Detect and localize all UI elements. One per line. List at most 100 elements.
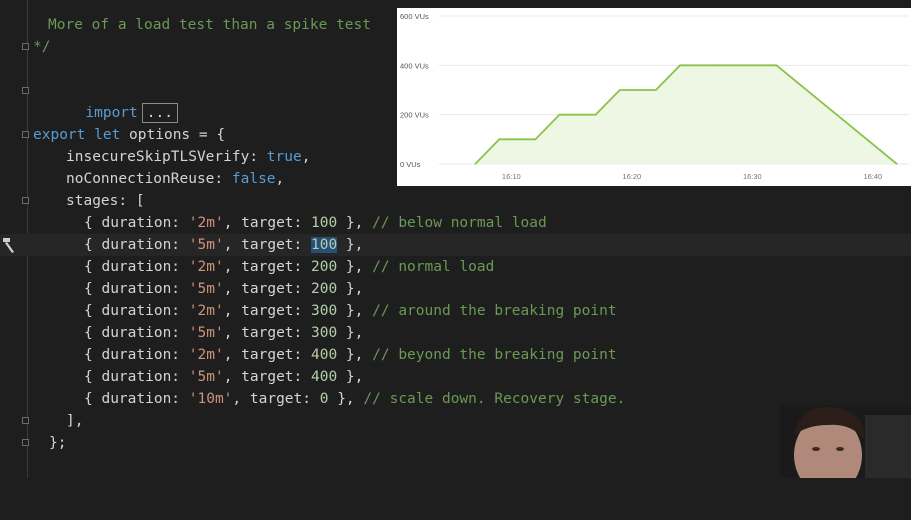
- fold-marker-icon[interactable]: [22, 43, 29, 50]
- stage-line: { duration: '5m', target: 200 },: [0, 278, 911, 300]
- stages-close: ],: [66, 413, 84, 429]
- stage-line: { duration: '10m', target: 0 }, // scale…: [0, 388, 911, 410]
- hammer-cursor-icon: [0, 236, 16, 254]
- data-point: [715, 64, 717, 66]
- fold-marker-icon[interactable]: [22, 131, 29, 138]
- webcam-overlay: [780, 405, 911, 478]
- stage-target: 100: [311, 237, 338, 253]
- stage-line: { duration: '2m', target: 400 }, // beyo…: [0, 344, 911, 366]
- comment-close: */: [33, 39, 51, 55]
- stage-target: 400: [311, 347, 338, 363]
- stage-mid: , target:: [223, 259, 311, 275]
- stage-line: { duration: '5m', target: 100 },: [0, 234, 911, 256]
- insecure-value: true: [266, 149, 302, 165]
- export-keyword: export: [33, 127, 86, 143]
- x-tick-label: 16:10: [502, 172, 521, 181]
- stage-line: { duration: '2m', target: 200 }, // norm…: [0, 256, 911, 278]
- x-tick-label: 16:30: [743, 172, 762, 181]
- stage-post: },: [337, 325, 364, 341]
- stage-target: 100: [311, 215, 338, 231]
- fold-marker-icon[interactable]: [22, 417, 29, 424]
- let-keyword: let: [94, 127, 121, 143]
- stage-duration: '2m': [188, 303, 224, 319]
- stage-comment: // beyond the breaking point: [363, 347, 617, 363]
- fold-marker-icon[interactable]: [22, 197, 29, 204]
- punctuation: ,: [275, 171, 285, 187]
- stage-pre: { duration:: [84, 259, 189, 275]
- code-line-stages-open: stages: [: [0, 190, 911, 212]
- stage-pre: { duration:: [84, 391, 189, 407]
- fold-marker-icon[interactable]: [22, 439, 29, 446]
- stage-target: 200: [311, 259, 338, 275]
- stage-duration: '5m': [188, 237, 224, 253]
- stage-comment: // around the breaking point: [363, 303, 617, 319]
- stage-duration: '10m': [188, 391, 233, 407]
- stage-pre: { duration:: [84, 215, 189, 231]
- options-declaration: options = {: [120, 127, 226, 143]
- vus-chart: 0 VUs 200 VUs 400 VUs 600 VUs 16:10 16:20 16:3…: [397, 8, 911, 186]
- stage-post: },: [337, 303, 364, 319]
- vus-chart-svg: 0 VUs 200 VUs 400 VUs 600 VUs 16:10 16:20 16:3…: [400, 12, 909, 181]
- stage-duration: '2m': [188, 215, 224, 231]
- stage-mid: , target:: [223, 303, 311, 319]
- stage-line: { duration: '2m', target: 100 }, // belo…: [0, 212, 911, 234]
- stage-post: },: [328, 391, 355, 407]
- stage-mid: , target:: [223, 215, 311, 231]
- insecure-property: insecureSkipTLSVerify:: [66, 149, 267, 165]
- stage-post: },: [337, 369, 364, 385]
- stages-open: stages: [: [66, 193, 145, 209]
- stage-comment: // below normal load: [363, 215, 547, 231]
- comment-text: More of a load test than a spike test: [48, 17, 372, 33]
- stage-pre: { duration:: [84, 237, 189, 253]
- x-tick-label: 16:40: [863, 172, 882, 181]
- stage-line: { duration: '5m', target: 400 },: [0, 366, 911, 388]
- stage-pre: { duration:: [84, 281, 189, 297]
- stage-duration: '5m': [188, 325, 224, 341]
- data-point: [679, 64, 681, 66]
- stage-target: 200: [311, 281, 338, 297]
- y-tick-label: 400 VUs: [400, 61, 429, 70]
- data-point: [558, 114, 561, 116]
- stage-pre: { duration:: [84, 347, 189, 363]
- stage-pre: { duration:: [84, 369, 189, 385]
- fold-marker-icon[interactable]: [22, 87, 29, 94]
- data-point: [498, 138, 500, 140]
- stage-mid: , target:: [223, 369, 311, 385]
- punctuation: ,: [301, 149, 311, 165]
- stage-post: },: [337, 281, 364, 297]
- stage-mid: , target:: [223, 237, 311, 253]
- stage-duration: '2m': [188, 259, 224, 275]
- stage-post: },: [337, 347, 364, 363]
- stage-target: 300: [311, 303, 338, 319]
- stage-comment: // normal load: [363, 259, 495, 275]
- data-point: [655, 89, 657, 91]
- noconn-property: noConnectionReuse:: [66, 171, 232, 187]
- stage-duration: '2m': [188, 347, 224, 363]
- stage-comment: // scale down. Recovery stage.: [354, 391, 626, 407]
- stage-mid: , target:: [232, 391, 320, 407]
- stage-pre: { duration:: [84, 325, 189, 341]
- data-point: [534, 138, 537, 140]
- code-line-stages-close: ],: [0, 410, 911, 432]
- data-point: [619, 89, 621, 91]
- options-close: };: [49, 435, 67, 451]
- data-point: [775, 64, 778, 66]
- data-point: [896, 163, 898, 165]
- stage-post: },: [337, 237, 364, 253]
- collapsed-region[interactable]: ...: [141, 103, 178, 123]
- stage-mid: , target:: [223, 281, 311, 297]
- stage-duration: '5m': [188, 369, 224, 385]
- x-tick-label: 16:20: [622, 172, 641, 181]
- stage-post: },: [337, 215, 364, 231]
- noconn-value: false: [231, 171, 276, 187]
- stage-mid: , target:: [223, 347, 311, 363]
- import-keyword: import: [85, 105, 138, 121]
- data-point: [474, 163, 476, 165]
- stage-duration: '5m': [188, 281, 224, 297]
- stage-line: { duration: '5m', target: 300 },: [0, 322, 911, 344]
- stage-target: 400: [311, 369, 338, 385]
- y-tick-label: 600 VUs: [400, 12, 429, 21]
- code-line-options-close: };: [0, 432, 911, 454]
- data-point: [595, 114, 597, 116]
- y-tick-label: 0 VUs: [400, 160, 421, 169]
